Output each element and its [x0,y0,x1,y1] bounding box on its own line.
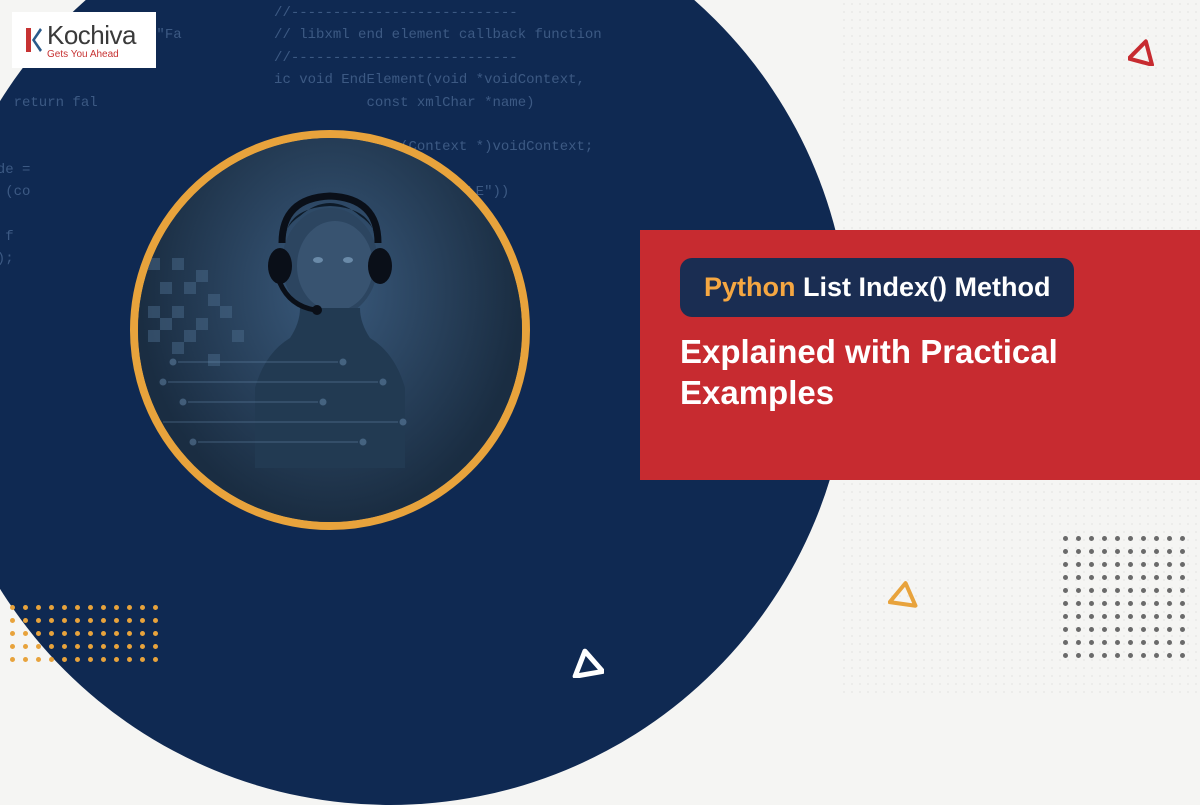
title-highlight: Python [704,272,796,302]
portrait-image [138,138,522,522]
logo-name: Kochiva [47,20,136,51]
triangle-orange-icon [888,580,920,608]
dots-yellow-pattern [10,605,158,670]
logo-tagline: Gets You Ahead [47,49,136,60]
title-pill: Python List Index() Method [680,258,1074,317]
portrait-frame [130,130,530,530]
banner-graphic: exit(EXIT_FAILURE); context->addTitle = … [0,0,1200,698]
title-main: List Index() Method [796,272,1051,302]
triangle-red-icon [1128,38,1158,66]
dots-gray-pattern [1063,536,1185,666]
triangle-white-icon [570,648,604,678]
pixel-overlay [148,258,298,408]
logo-container: Kochiva Gets You Ahead [12,12,156,68]
logo-mark-icon [24,25,42,55]
title-subtitle: Explained with Practical Examples [680,331,1160,414]
title-banner: Python List Index() Method Explained wit… [640,230,1200,480]
